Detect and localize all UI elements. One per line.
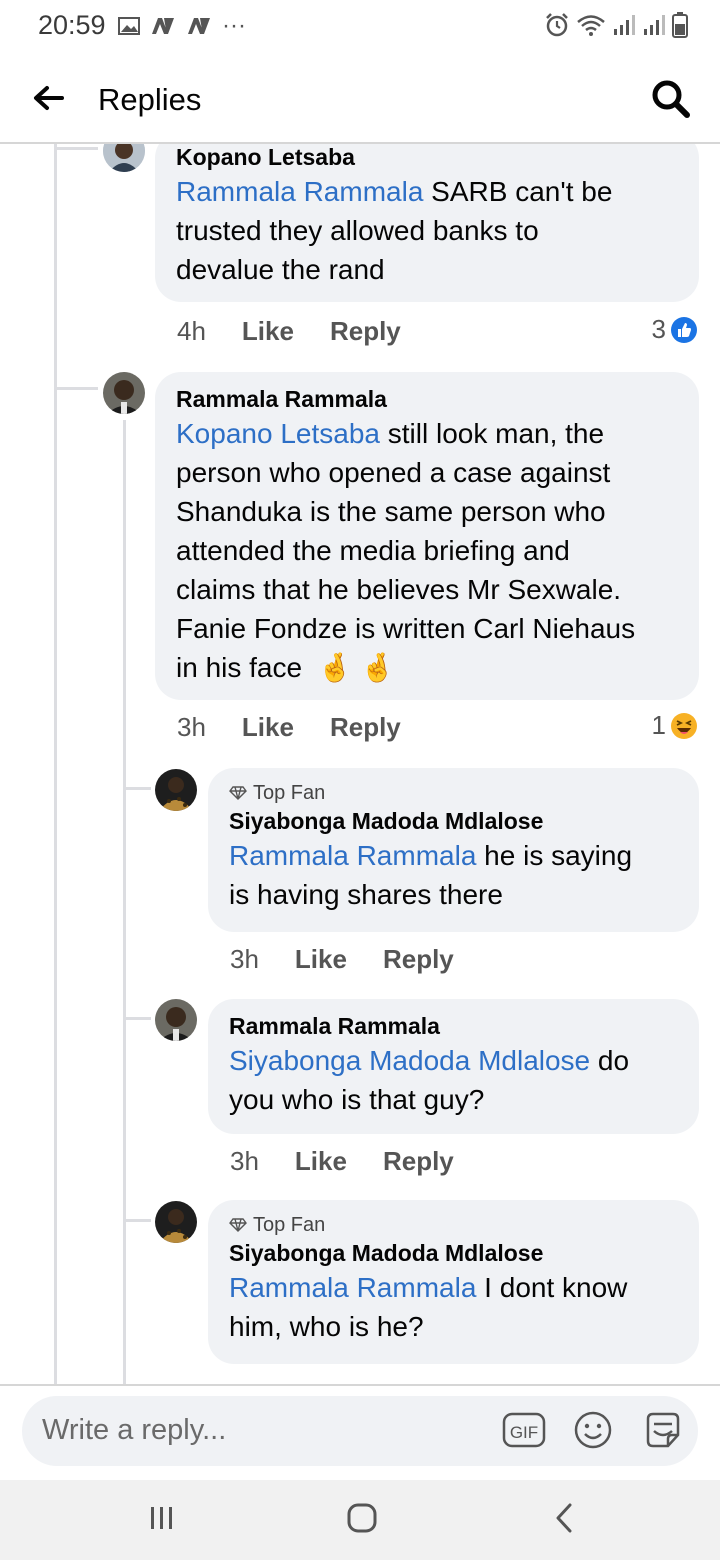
comment-text: Rammala Rammala I dont know him, who is h… [229,1272,628,1342]
emoji-icon[interactable] [572,1409,614,1451]
avatar-image [155,999,197,1041]
mention-link[interactable]: Kopano Letsaba [176,418,380,449]
wifi-icon [577,15,605,36]
reaction-summary[interactable]: 1 [652,710,698,741]
thread-line [54,144,57,1384]
notification-n-icon [188,18,210,34]
back-arrow-icon[interactable] [30,80,66,116]
replies-thread[interactable]: Kopano Letsaba Rammala Rammala SARB can'… [0,144,720,1384]
thread-connector [54,387,98,390]
gallery-icon [118,17,140,35]
reply-button[interactable]: Reply [330,712,401,743]
comment-actions: 3h Like Reply [230,1146,490,1177]
sticker-icon[interactable] [642,1409,684,1451]
notification-n-icon [152,18,174,34]
comment-time: 3h [177,712,206,742]
mention-link[interactable]: Rammala Rammala [229,1272,476,1303]
comment-actions: 3h Like Reply [177,712,437,743]
comment-author[interactable]: Siyabonga Madoda Mdlalose [229,806,679,836]
comment-bubble[interactable]: Top Fan Siyabonga Madoda Mdlalose Rammal… [208,1200,699,1364]
app-header: Replies [0,52,720,144]
comment-bubble[interactable]: Top Fan Siyabonga Madoda Mdlalose Rammal… [208,768,699,932]
comment-time: 3h [230,944,259,974]
svg-text:GIF: GIF [510,1423,538,1442]
mention-link[interactable]: Rammala Rammala [229,840,476,871]
thread-connector [123,1017,151,1020]
comment-bubble[interactable]: Rammala Rammala Siyabonga Madoda Mdlalos… [208,999,699,1134]
avatar[interactable] [155,999,197,1041]
comment-bubble[interactable]: Kopano Letsaba Rammala Rammala SARB can'… [155,144,699,302]
gif-icon[interactable]: GIF [502,1410,546,1450]
signal-icon [644,15,665,35]
reply-button[interactable]: Reply [330,316,401,347]
avatar[interactable] [103,144,145,172]
like-button[interactable]: Like [295,1146,347,1177]
diamond-icon [229,1218,247,1232]
recent-apps-icon[interactable] [148,1504,176,1532]
avatar[interactable] [103,372,145,414]
avatar-image [103,144,145,172]
top-fan-badge: Top Fan [229,1212,679,1238]
diamond-icon [229,786,247,800]
reply-placeholder: Write a reply... [42,1414,227,1446]
like-button[interactable]: Like [242,712,294,743]
comment-author[interactable]: Kopano Letsaba [176,144,679,172]
like-button[interactable]: Like [295,944,347,975]
comment-actions: 3h Like Reply [230,944,490,975]
home-icon[interactable] [346,1502,378,1534]
comment-text: Kopano Letsaba still look man, the person… [176,418,636,683]
reaction-count: 1 [651,710,666,740]
avatar-image [155,1201,197,1243]
more-notifications-icon: ··· [222,12,246,39]
haha-icon [671,712,697,739]
nav-back-icon[interactable] [552,1502,576,1534]
comment-author[interactable]: Rammala Rammala [176,384,679,414]
comment-author[interactable]: Siyabonga Madoda Mdlalose [229,1238,679,1268]
comment-text: Rammala Rammala he is saying is having sh… [229,840,633,910]
thread-connector [123,787,151,790]
page-title: Replies [98,82,202,117]
comment-author[interactable]: Rammala Rammala [229,1011,679,1041]
comment-time: 4h [177,316,206,346]
top-fan-badge: Top Fan [229,780,679,806]
comment-bubble[interactable]: Rammala Rammala Kopano Letsaba still loo… [155,372,699,700]
comment-text: Rammala Rammala SARB can't be trusted the… [176,176,613,285]
comment-actions: 4h Like Reply [177,316,437,347]
like-button[interactable]: Like [242,316,294,347]
reply-button[interactable]: Reply [383,944,454,975]
status-time: 20:59 [38,10,106,40]
signal-icon [614,15,635,35]
avatar[interactable] [155,1201,197,1243]
comment-text: Siyabonga Madoda Mdlalose do you who is t… [229,1045,630,1115]
reply-composer: Write a reply... GIF [0,1384,720,1482]
search-icon[interactable] [650,78,690,118]
reaction-summary[interactable]: 3 [652,314,698,345]
thread-line [123,420,126,1384]
reply-input[interactable]: Write a reply... GIF [22,1396,698,1466]
avatar-image [155,769,197,811]
battery-icon [672,12,688,38]
avatar[interactable] [155,769,197,811]
thread-connector [54,147,98,150]
reply-button[interactable]: Reply [383,1146,454,1177]
fingers-crossed-emoji: 🤞 🤞 [317,652,396,683]
comment-time: 3h [230,1146,259,1176]
like-icon [671,316,697,343]
avatar-image [103,372,145,414]
mention-link[interactable]: Rammala Rammala [176,176,423,207]
thread-connector [123,1219,151,1222]
mention-link[interactable]: Siyabonga Madoda Mdlalose [229,1045,590,1076]
system-nav-bar [0,1480,720,1560]
reaction-count: 3 [651,314,666,344]
status-bar: 20:59 ··· [0,0,720,52]
alarm-icon [546,13,568,37]
